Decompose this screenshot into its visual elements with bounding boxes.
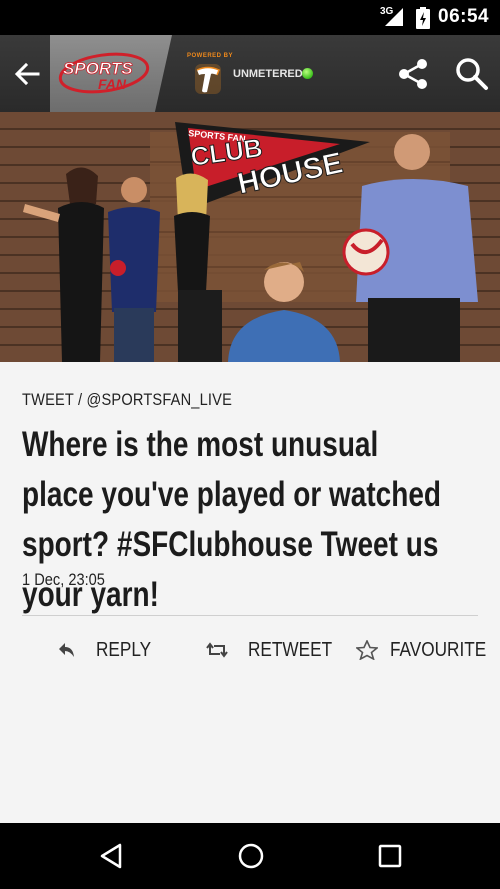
system-nav-bar: [0, 823, 500, 889]
favourite-button[interactable]: FAVOURITE: [356, 636, 500, 664]
star-icon: [356, 640, 378, 660]
nav-home-icon[interactable]: [237, 842, 265, 870]
logo-fan-text: FAN: [98, 76, 127, 92]
divider: [22, 615, 478, 616]
share-icon[interactable]: [396, 57, 430, 91]
reply-label: REPLY: [96, 638, 152, 661]
battery-icon: [416, 7, 430, 29]
retweet-button[interactable]: RETWEET: [206, 636, 346, 664]
status-bar: 3G 06:54: [0, 0, 500, 35]
retweet-label: RETWEET: [248, 638, 333, 661]
sportsfan-logo[interactable]: SPORTS FAN: [58, 52, 150, 94]
search-icon[interactable]: [455, 57, 489, 91]
telstra-logo: [195, 64, 221, 94]
tweet-text: Where is the most unusual place you've p…: [22, 425, 442, 614]
presenter-1: [23, 167, 104, 362]
nav-recents-icon[interactable]: [377, 842, 403, 870]
back-arrow-icon[interactable]: [12, 59, 42, 89]
tweet-source[interactable]: TWEET / @SPORTSFAN_LIVE: [22, 390, 232, 410]
reply-icon: [59, 643, 74, 657]
reply-button[interactable]: REPLY: [58, 636, 160, 664]
clock: 06:54: [438, 6, 490, 27]
tweet-card: TWEET / @SPORTSFAN_LIVE Where is the mos…: [0, 362, 500, 823]
favourite-label: FAVOURITE: [390, 638, 487, 661]
hero-image: SPORTS FAN CLUB HOUSE: [0, 112, 500, 362]
app-bar: SPORTS FAN POWERED BY UNMETERED: [0, 35, 500, 112]
clubhouse-scene: SPORTS FAN CLUB HOUSE: [23, 122, 478, 362]
retweet-icon: [206, 642, 228, 658]
signal-icon: [385, 8, 403, 26]
tweet-date: 1 Dec, 23:05: [22, 570, 105, 589]
unmetered-label: UNMETERED: [233, 68, 303, 80]
powered-by-label: POWERED BY: [187, 53, 234, 59]
nav-back-icon[interactable]: [98, 842, 124, 870]
unmetered-status-dot: [302, 68, 313, 79]
